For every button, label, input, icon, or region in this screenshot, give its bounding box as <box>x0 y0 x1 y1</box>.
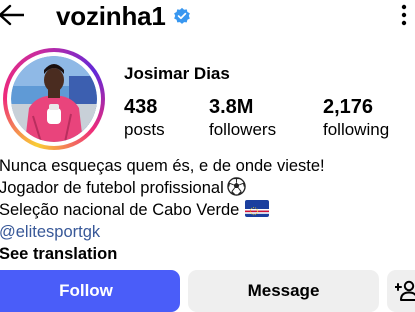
followers-label: followers <box>209 120 277 139</box>
posts-count: 438 <box>124 96 158 118</box>
follow-button[interactable]: Follow <box>0 270 180 312</box>
profile-header: vozinha1 <box>0 0 415 34</box>
following-count: 2,176 <box>323 96 374 118</box>
display-name: Josimar Dias <box>124 64 230 83</box>
followers-stat[interactable]: 3.8M followers <box>209 96 276 142</box>
verified-badge-icon <box>173 7 190 24</box>
bio-line-2: Jogador de futebol profissional <box>0 179 224 197</box>
bio-line-3: Seleção nacional de Cabo Verde <box>0 201 240 219</box>
avatar-story-ring[interactable] <box>3 48 105 150</box>
bio: Nunca esqueças quem és, e de onde vieste… <box>0 155 409 265</box>
bio-line-2-row: Jogador de futebol profissional <box>0 177 409 199</box>
see-translation-link[interactable]: See translation <box>0 243 409 265</box>
following-label: following <box>323 120 390 139</box>
posts-label: posts <box>124 120 165 139</box>
add-user-button[interactable] <box>387 270 415 312</box>
arrow-left-icon[interactable] <box>0 4 24 26</box>
following-stat[interactable]: 2,176 following <box>323 96 389 142</box>
add-user-icon <box>395 280 415 301</box>
avatar <box>11 56 97 142</box>
soccer-ball-icon <box>227 177 246 196</box>
more-vertical-icon[interactable] <box>401 4 407 26</box>
message-button[interactable]: Message <box>188 270 379 312</box>
username-row: vozinha1 <box>56 1 191 31</box>
posts-stat[interactable]: 438 posts <box>124 96 165 142</box>
cape-verde-flag-icon <box>245 200 270 217</box>
bio-link[interactable]: @elitesportgk <box>0 221 409 243</box>
followers-count: 3.8M <box>209 96 254 118</box>
username: vozinha1 <box>56 1 166 31</box>
bio-line-3-row: Seleção nacional de Cabo Verde <box>0 199 409 221</box>
bio-line-1: Nunca esqueças quem és, e de onde vieste… <box>0 157 325 175</box>
